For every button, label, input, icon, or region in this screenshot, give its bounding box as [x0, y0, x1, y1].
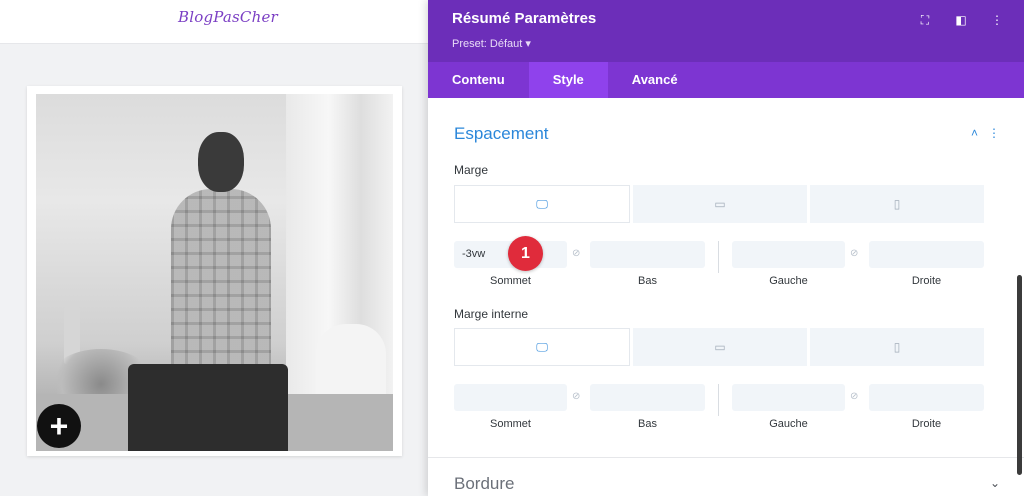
margin-label: Marge: [454, 163, 489, 177]
plus-icon: +: [49, 408, 69, 444]
padding-right-caption: Droite: [911, 418, 942, 430]
header-actions: ⛶ ◧ ⋮: [918, 13, 1004, 28]
panel-scrollbar[interactable]: [1017, 275, 1022, 475]
section-controls-spacing: ˄ ⋮: [971, 126, 1000, 140]
section-title-spacing[interactable]: Espacement: [454, 124, 549, 144]
expand-icon[interactable]: ⛶: [918, 13, 932, 28]
tablet-device-button[interactable]: ▭: [633, 328, 807, 366]
margin-top-caption: Sommet: [490, 275, 531, 287]
phone-icon: ▯: [893, 197, 901, 211]
chevron-down-icon[interactable]: ⌄: [990, 476, 1000, 490]
section-divider: [428, 457, 1024, 458]
padding-left-caption: Gauche: [769, 418, 808, 430]
margin-left-caption: Gauche: [769, 275, 808, 287]
link-icon[interactable]: ⊘: [850, 391, 858, 402]
tablet-icon: ▭: [714, 197, 726, 211]
padding-bottom-caption: Bas: [638, 418, 657, 430]
padding-label: Marge interne: [454, 307, 529, 321]
field-separator: [718, 384, 719, 416]
padding-device-switcher: 🖵 ▭ ▯: [454, 328, 984, 366]
page: BlogPasCher Re + Résumé Paramètres Prese…: [0, 0, 1024, 496]
step-badge: 1: [508, 236, 543, 271]
more-options-icon[interactable]: ⋮: [990, 13, 1004, 28]
margin-left-input[interactable]: [732, 241, 845, 268]
add-module-button[interactable]: +: [37, 404, 81, 448]
more-options-icon[interactable]: ⋮: [988, 126, 1000, 140]
tab-contenu[interactable]: Contenu: [428, 62, 529, 98]
margin-right-input[interactable]: [869, 241, 984, 268]
padding-right-input[interactable]: [869, 384, 984, 411]
padding-top-input[interactable]: [454, 384, 567, 411]
padding-bottom-input[interactable]: [590, 384, 705, 411]
photo-person-head: [198, 132, 244, 192]
link-icon[interactable]: ⊘: [572, 391, 580, 402]
padding-left-input[interactable]: [732, 384, 845, 411]
margin-right-caption: Droite: [911, 275, 942, 287]
panel-header: Résumé Paramètres Preset: Défaut ▾ ⛶ ◧ ⋮: [428, 0, 1024, 62]
padding-fields: ⊘ ⊘ Sommet Bas Gauche Droite: [454, 384, 984, 434]
link-icon[interactable]: ⊘: [572, 248, 580, 259]
speaker-photo[interactable]: [36, 94, 393, 451]
padding-top-caption: Sommet: [490, 418, 531, 430]
desktop-device-button[interactable]: 🖵: [454, 185, 630, 223]
link-icon[interactable]: ⊘: [850, 248, 858, 259]
tab-style[interactable]: Style: [528, 62, 608, 98]
margin-device-switcher: 🖵 ▭ ▯: [454, 185, 984, 223]
phone-icon: ▯: [893, 340, 901, 354]
tablet-device-button[interactable]: ▭: [633, 185, 807, 223]
section-title-border[interactable]: Bordure: [454, 474, 514, 494]
phone-device-button[interactable]: ▯: [810, 185, 984, 223]
preset-dropdown[interactable]: Preset: Défaut ▾: [452, 37, 531, 50]
margin-bottom-input[interactable]: [590, 241, 705, 268]
site-logo[interactable]: BlogPasCher: [178, 8, 278, 26]
panel-title: Résumé Paramètres: [452, 10, 597, 27]
section-controls-border: ⌄: [990, 476, 1000, 490]
field-separator: [718, 241, 719, 273]
margin-bottom-caption: Bas: [638, 275, 657, 287]
tablet-icon: ▭: [714, 340, 726, 354]
desktop-device-button[interactable]: 🖵: [454, 328, 630, 366]
photo-laptop: [128, 364, 288, 451]
phone-device-button[interactable]: ▯: [810, 328, 984, 366]
sidebar-toggle-icon[interactable]: ◧: [954, 13, 968, 28]
desktop-icon: 🖵: [536, 196, 548, 211]
tab-avance[interactable]: Avancé: [608, 62, 702, 98]
desktop-icon: 🖵: [536, 339, 548, 354]
chevron-up-icon[interactable]: ˄: [971, 126, 978, 140]
panel-tabs: Contenu Style Avancé: [428, 62, 1024, 98]
